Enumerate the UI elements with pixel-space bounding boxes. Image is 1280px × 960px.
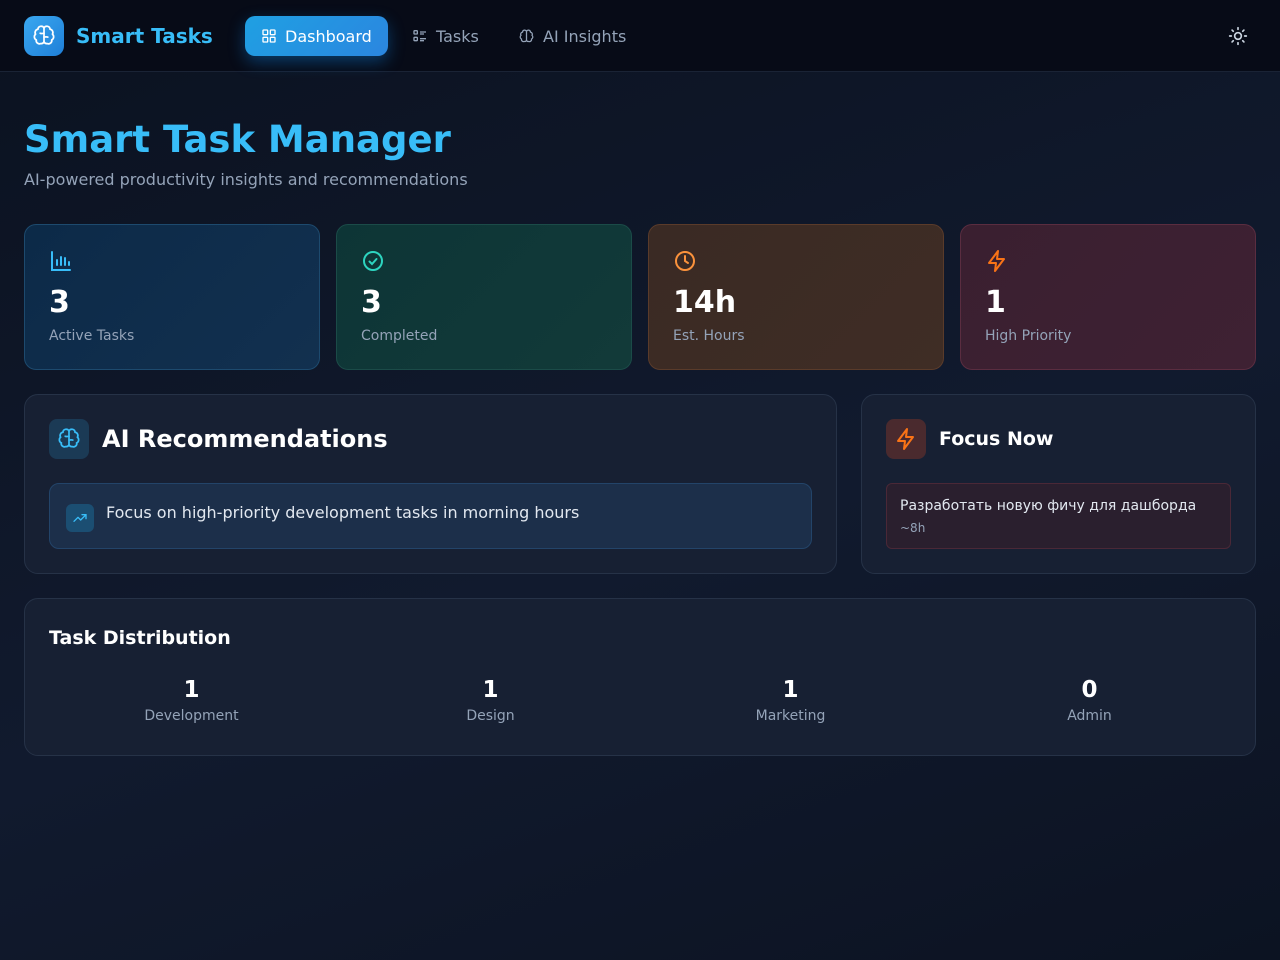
lightning-icon [897,428,914,450]
distribution-marketing: 1 Marketing [641,675,940,725]
stat-card-completed: 3 Completed [336,224,632,370]
nav-dashboard-label: Dashboard [285,26,372,46]
clock-icon [675,251,695,271]
task-distribution-panel: Task Distribution 1 Development 1 Design… [24,598,1256,756]
page-title: Smart Task Manager [24,118,451,161]
stat-label: Est. Hours [673,328,745,344]
nav-dashboard[interactable]: Dashboard [245,16,388,56]
page-subtitle: AI-powered productivity insights and rec… [24,170,468,189]
brain-icon [33,25,55,45]
lightning-icon [988,250,1005,272]
brand-logo[interactable] [24,16,64,56]
stat-value: 3 [361,285,382,320]
distribution-admin: 0 Admin [940,675,1239,725]
focus-now-panel: Focus Now Разработать новую фичу для даш… [861,394,1256,574]
stat-value: 1 [985,285,1006,320]
stat-value: 14h [673,285,737,320]
top-navbar: Smart Tasks Dashboard Tasks AI Insights [0,0,1280,72]
nav-tasks-label: Tasks [436,26,479,46]
nav-tasks[interactable]: Tasks [396,16,495,56]
distribution-label: Admin [1067,708,1112,724]
stat-label: Completed [361,328,438,344]
brain-icon [519,28,534,42]
stat-label: High Priority [985,328,1072,344]
recommendation-item[interactable]: Focus on high-priority development tasks… [49,483,812,549]
distribution-value: 1 [782,677,799,703]
brain-icon [58,428,80,448]
distribution-label: Design [466,708,515,724]
theme-toggle-button[interactable] [1220,18,1256,54]
nav-ai-insights[interactable]: AI Insights [502,16,642,56]
distribution-value: 1 [482,677,499,703]
stat-card-high-priority: 1 High Priority [960,224,1256,370]
focus-now-title: Focus Now [939,428,1054,450]
nav-ai-insights-label: AI Insights [543,26,627,46]
distribution-label: Marketing [755,708,826,724]
ai-recommendations-title: AI Recommendations [102,425,388,453]
distribution-value: 0 [1081,677,1098,703]
task-distribution-title: Task Distribution [49,627,231,649]
distribution-design: 1 Design [341,675,640,725]
bar-chart-icon [51,251,71,271]
distribution-label: Development [144,708,239,724]
focus-now-icon-box [886,419,926,459]
check-circle-icon [363,251,383,271]
stat-label: Active Tasks [49,328,135,344]
brand-name[interactable]: Smart Tasks [76,23,213,49]
focus-task-item[interactable]: Разработать новую фичу для дашборда ~8h [886,483,1231,549]
stat-card-active-tasks: 3 Active Tasks [24,224,320,370]
ai-recommendations-panel: AI Recommendations Focus on high-priorit… [24,394,837,574]
stat-card-est-hours: 14h Est. Hours [648,224,944,370]
stat-value: 3 [49,285,70,320]
focus-task-title: Разработать новую фичу для дашборда [900,498,1197,514]
grid-icon [262,29,276,43]
trending-up-icon [66,504,94,532]
distribution-value: 1 [183,677,200,703]
sun-icon [1228,26,1248,46]
distribution-development: 1 Development [42,675,341,725]
list-icon [413,30,426,42]
ai-recommendations-icon-box [49,419,89,459]
recommendation-text: Focus on high-priority development tasks… [106,503,580,522]
focus-task-estimate: ~8h [900,521,926,535]
